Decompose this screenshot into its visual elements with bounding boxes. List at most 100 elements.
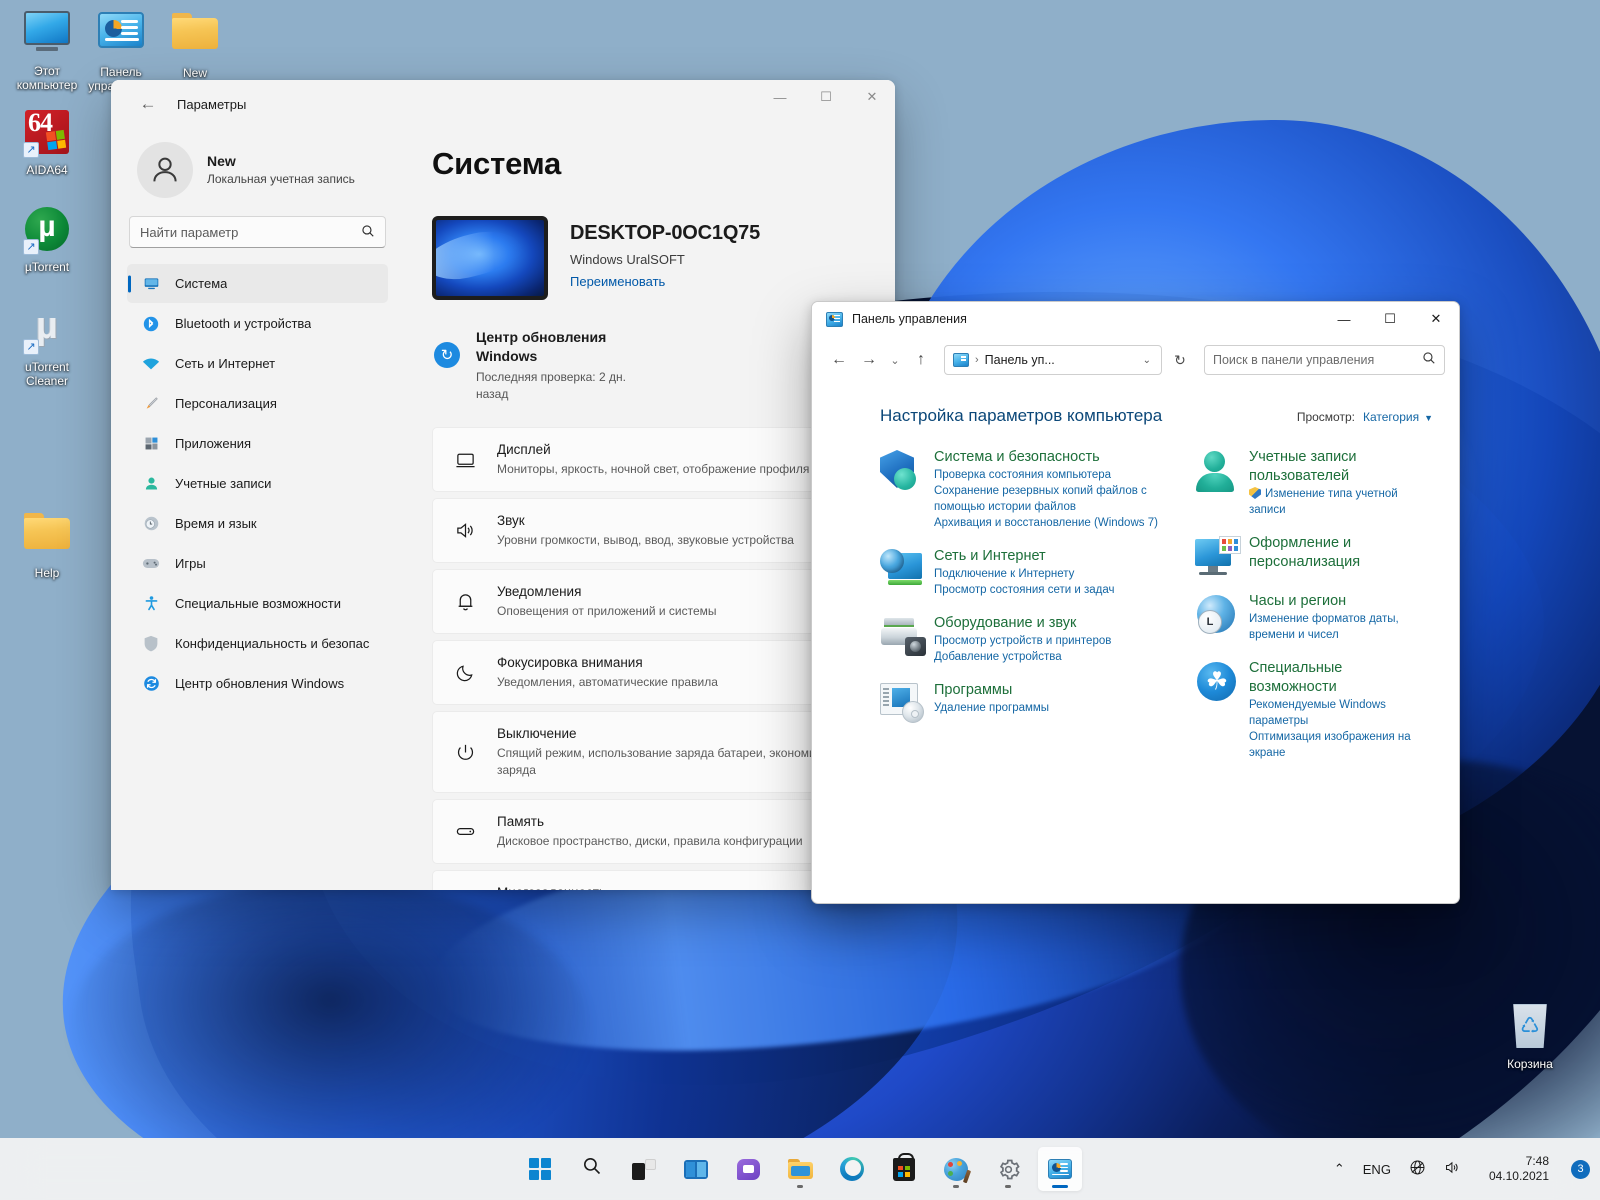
back-button[interactable]: ← xyxy=(131,87,165,121)
refresh-button[interactable]: ↻ xyxy=(1166,346,1194,374)
taskbar-widgets-button[interactable] xyxy=(622,1147,666,1191)
control-panel-caption-buttons[interactable]: — ☐ ✕ xyxy=(1321,302,1459,336)
category-appearance-personalization[interactable]: Оформление и персонализация xyxy=(1195,534,1433,576)
category-network-internet[interactable]: Сеть и Интернет Подключение к Интернету … xyxy=(880,547,1177,598)
sidebar-item-accounts[interactable]: Учетные записи xyxy=(127,464,388,503)
close-button[interactable]: ✕ xyxy=(849,80,895,114)
maximize-button[interactable]: ☐ xyxy=(1367,302,1413,336)
category-link[interactable]: Архивация и восстановление (Windows 7) xyxy=(934,515,1177,531)
category-title[interactable]: Часы и регион xyxy=(1249,592,1433,611)
tray-language-indicator[interactable]: ENG xyxy=(1355,1147,1399,1191)
sidebar-item-system[interactable]: Система xyxy=(127,264,388,303)
taskbar-store-button[interactable] xyxy=(882,1147,926,1191)
minimize-button[interactable]: — xyxy=(1321,302,1367,336)
address-bar[interactable]: › Панель уп... ⌄ xyxy=(944,345,1162,375)
category-link[interactable]: Рекомендуемые Windows параметры xyxy=(1249,697,1433,729)
control-panel-search-box[interactable] xyxy=(1204,345,1445,375)
category-link[interactable]: Удаление программы xyxy=(934,700,1049,716)
back-button[interactable]: ← xyxy=(824,345,854,375)
category-link[interactable]: Оптимизация изображения на экране xyxy=(1249,729,1433,761)
settings-search-box[interactable] xyxy=(129,216,386,248)
sidebar-item-time-language[interactable]: Время и язык xyxy=(127,504,388,543)
category-title[interactable]: Сеть и Интернет xyxy=(934,547,1114,566)
sidebar-item-privacy-security[interactable]: Конфиденциальность и безопас xyxy=(127,624,388,663)
forward-button[interactable]: → xyxy=(854,345,884,375)
category-link[interactable]: Проверка состояния компьютера xyxy=(934,467,1177,483)
category-user-accounts[interactable]: Учетные записи пользователей Изменение т… xyxy=(1195,448,1433,518)
desktop-icon-aida64[interactable]: 64 ↗ AIDA64 xyxy=(4,108,90,177)
control-panel-window[interactable]: Панель управления — ☐ ✕ ← → ⌄ ↑ › Панель… xyxy=(811,301,1460,904)
chevron-down-icon[interactable]: ▼ xyxy=(1424,413,1433,423)
taskbar-chat-button[interactable] xyxy=(726,1147,770,1191)
view-by-control[interactable]: Просмотр: Категория ▼ xyxy=(1297,410,1433,424)
settings-titlebar[interactable]: ← Параметры — ☐ ✕ xyxy=(111,80,895,128)
desktop-icon-help-folder[interactable]: Help xyxy=(4,508,90,580)
desktop-icon-utorrent[interactable]: ↗ µTorrent xyxy=(4,205,90,274)
category-link[interactable]: Подключение к Интернету xyxy=(934,566,1114,582)
taskbar-task-view-button[interactable] xyxy=(674,1147,718,1191)
category-hardware-sound[interactable]: Оборудование и звук Просмотр устройств и… xyxy=(880,614,1177,665)
folder-icon xyxy=(23,513,71,561)
search-input[interactable] xyxy=(140,224,361,240)
taskbar-paint-button[interactable] xyxy=(934,1147,978,1191)
category-link[interactable]: Изменение форматов даты, времени и чисел xyxy=(1249,611,1433,643)
taskbar-start-button[interactable] xyxy=(518,1147,562,1191)
update-title: Центр обновления Windows xyxy=(476,329,607,364)
taskbar-edge-button[interactable] xyxy=(830,1147,874,1191)
category-link[interactable]: Просмотр устройств и принтеров xyxy=(934,633,1111,649)
view-by-value[interactable]: Категория xyxy=(1363,410,1419,424)
category-title[interactable]: Система и безопасность xyxy=(934,448,1177,467)
maximize-button[interactable]: ☐ xyxy=(803,80,849,114)
card-subtitle: Спящий режим, использование заряда батар… xyxy=(497,746,823,777)
rename-device-link[interactable]: Переименовать xyxy=(570,274,760,289)
settings-caption-buttons[interactable]: — ☐ ✕ xyxy=(757,80,895,114)
up-button[interactable]: ↑ xyxy=(906,345,936,375)
wifi-icon xyxy=(141,354,161,374)
sidebar-item-apps[interactable]: Приложения xyxy=(127,424,388,463)
tray-clock-button[interactable]: 7:48 04.10.2021 xyxy=(1471,1147,1567,1191)
taskbar-settings-button[interactable] xyxy=(986,1147,1030,1191)
tray-expand-button[interactable]: ⌃ xyxy=(1326,1147,1353,1191)
sidebar-item-gaming[interactable]: Игры xyxy=(127,544,388,583)
category-system-security[interactable]: Система и безопасность Проверка состояни… xyxy=(880,448,1177,531)
category-link[interactable]: Просмотр состояния сети и задач xyxy=(934,582,1114,598)
breadcrumb[interactable]: Панель уп... xyxy=(985,353,1143,367)
recent-locations-button[interactable]: ⌄ xyxy=(884,345,906,375)
sidebar-item-bluetooth[interactable]: Bluetooth и устройства xyxy=(127,304,388,343)
taskbar[interactable]: ⌃ ENG 7:48 04.10.2021 3 xyxy=(0,1138,1600,1200)
category-link[interactable]: Сохранение резервных копий файлов с помо… xyxy=(934,483,1177,515)
settings-window[interactable]: ← Параметры — ☐ ✕ New Локальная учетная … xyxy=(111,80,895,890)
sidebar-item-accessibility[interactable]: Специальные возможности xyxy=(127,584,388,623)
close-button[interactable]: ✕ xyxy=(1413,302,1459,336)
desktop-icon-utorrent-cleaner[interactable]: ↗ uTorrent Cleaner xyxy=(4,305,90,388)
category-title[interactable]: Программы xyxy=(934,681,1049,700)
account-block[interactable]: New Локальная учетная запись xyxy=(127,128,388,216)
desktop-icon-new-folder[interactable]: New xyxy=(152,8,238,80)
control-panel-titlebar[interactable]: Панель управления — ☐ ✕ xyxy=(812,302,1459,336)
category-title[interactable]: Учетные записи пользователей xyxy=(1249,448,1433,486)
control-panel-toolbar[interactable]: ← → ⌄ ↑ › Панель уп... ⌄ ↻ xyxy=(812,336,1459,384)
desktop[interactable]: Этот компьютер Панель управления New 64 … xyxy=(0,0,1600,1200)
search-input[interactable] xyxy=(1213,353,1422,367)
category-link[interactable]: Добавление устройства xyxy=(934,649,1111,665)
taskbar-search-button[interactable] xyxy=(570,1147,614,1191)
sidebar-item-windows-update[interactable]: Центр обновления Windows xyxy=(127,664,388,703)
category-clock-region[interactable]: L Часы и регион Изменение форматов даты,… xyxy=(1195,592,1433,643)
sidebar-item-personalization[interactable]: Персонализация xyxy=(127,384,388,423)
aida64-icon: 64 ↗ xyxy=(23,110,71,158)
category-title[interactable]: Оформление и персонализация xyxy=(1249,534,1433,572)
tray-volume-button[interactable] xyxy=(1436,1147,1469,1191)
category-title[interactable]: Специальные возможности xyxy=(1249,659,1433,697)
notification-badge[interactable]: 3 xyxy=(1571,1159,1590,1179)
chevron-down-icon[interactable]: ⌄ xyxy=(1143,355,1151,366)
taskbar-file-explorer-button[interactable] xyxy=(778,1147,822,1191)
category-accessibility[interactable]: ☘ Специальные возможности Рекомендуемые … xyxy=(1195,659,1433,761)
taskbar-control-panel-button[interactable] xyxy=(1038,1147,1082,1191)
minimize-button[interactable]: — xyxy=(757,80,803,114)
category-programs[interactable]: Программы Удаление программы xyxy=(880,681,1177,723)
tray-network-button[interactable] xyxy=(1401,1147,1434,1191)
sidebar-item-network[interactable]: Сеть и Интернет xyxy=(127,344,388,383)
category-link[interactable]: Изменение типа учетной записи xyxy=(1249,486,1433,518)
category-title[interactable]: Оборудование и звук xyxy=(934,614,1111,633)
desktop-icon-recycle-bin[interactable]: ♺ Корзина xyxy=(1487,1002,1573,1071)
